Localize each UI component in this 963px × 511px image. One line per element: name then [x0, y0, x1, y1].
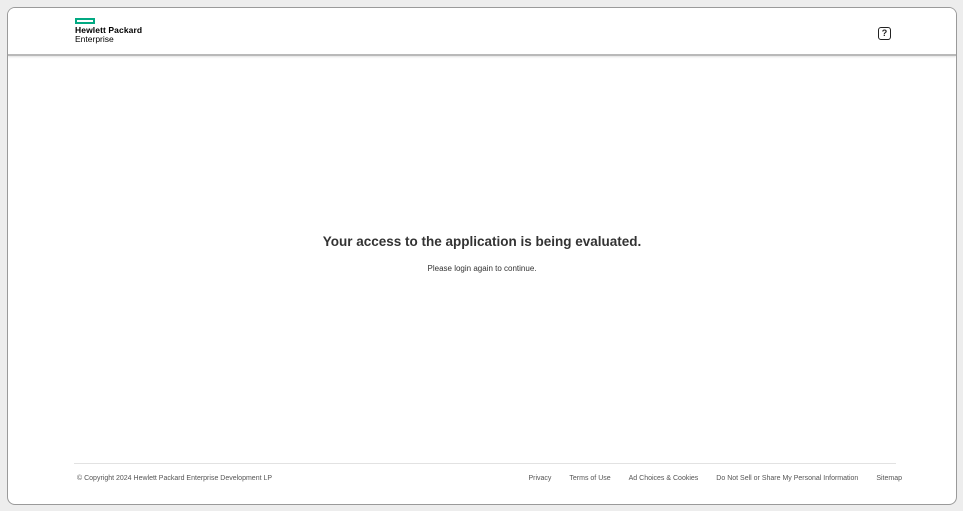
- top-header: Hewlett Packard Enterprise ?: [8, 8, 956, 56]
- footer-link-terms-of-use[interactable]: Terms of Use: [569, 475, 610, 482]
- hpe-logo[interactable]: Hewlett Packard Enterprise: [75, 18, 142, 44]
- copyright-text: © Copyright 2024 Hewlett Packard Enterpr…: [77, 475, 273, 482]
- access-evaluation-title: Your access to the application is being …: [322, 234, 642, 249]
- page-footer: © Copyright 2024 Hewlett Packard Enterpr…: [74, 463, 902, 494]
- footer-link-sitemap[interactable]: Sitemap: [876, 475, 902, 482]
- browser-window: Hewlett Packard Enterprise ? Your access…: [7, 7, 957, 505]
- footer-link-ad-choices-cookies[interactable]: Ad Choices & Cookies: [629, 475, 699, 482]
- hpe-logo-mark: [75, 18, 95, 24]
- footer-link-privacy[interactable]: Privacy: [528, 475, 551, 482]
- main-content: Your access to the application is being …: [8, 56, 956, 462]
- footer-link-do-not-sell[interactable]: Do Not Sell or Share My Personal Informa…: [716, 475, 858, 482]
- login-again-message: Please login again to continue.: [427, 264, 537, 273]
- help-question-icon[interactable]: ?: [878, 27, 891, 40]
- logo-text-line2: Enterprise: [75, 34, 114, 44]
- footer-links: Privacy Terms of Use Ad Choices & Cookie…: [528, 475, 902, 482]
